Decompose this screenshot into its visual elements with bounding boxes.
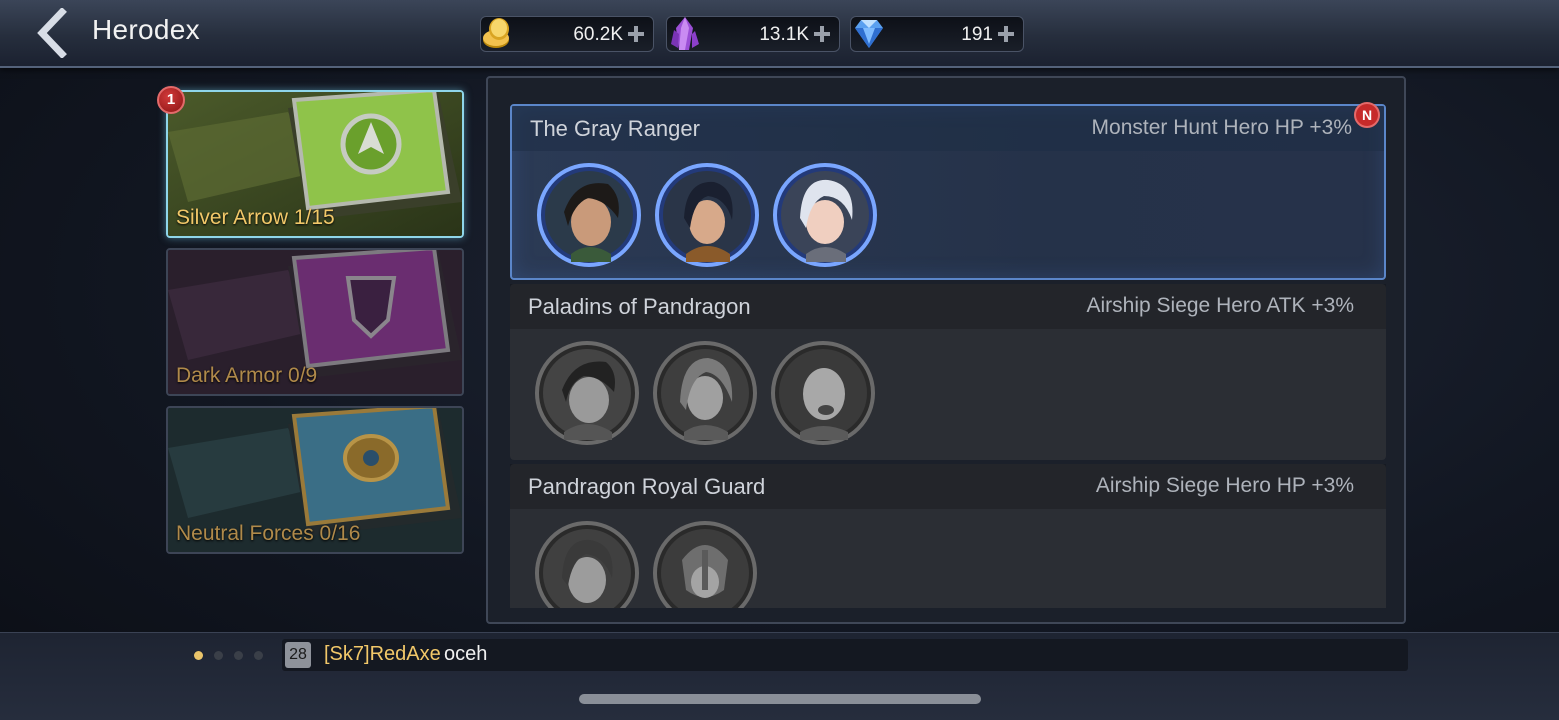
herodex-set-panel: The Gray Ranger Monster Hunt Hero HP +3% bbox=[486, 76, 1406, 624]
diamond-icon bbox=[855, 20, 883, 48]
back-button[interactable] bbox=[34, 7, 78, 59]
page-dot bbox=[214, 651, 223, 660]
page-dot bbox=[254, 651, 263, 660]
hero-avatar bbox=[655, 163, 759, 267]
chat-preview[interactable]: 28 [Sk7]RedAxe oceh bbox=[282, 639, 1408, 671]
set-card-pandragon-royal-guard[interactable]: Pandragon Royal Guard Airship Siege Hero… bbox=[510, 464, 1386, 608]
hero-portrait-locked[interactable] bbox=[534, 340, 640, 446]
diamond-amount: 191 bbox=[961, 24, 993, 45]
new-badge-icon: N bbox=[1354, 102, 1380, 128]
set-header: Paladins of Pandragon Airship Siege Hero… bbox=[510, 284, 1386, 329]
diamond-currency: 191 bbox=[850, 16, 1024, 52]
set-card-gray-ranger[interactable]: The Gray Ranger Monster Hunt Hero HP +3% bbox=[510, 102, 1386, 280]
crystal-currency: 13.1K bbox=[666, 16, 840, 52]
book-label: Neutral Forces 0/16 bbox=[176, 522, 361, 545]
hero-portrait[interactable] bbox=[772, 162, 878, 268]
gold-currency: 60.2K bbox=[480, 16, 654, 52]
hero-avatar bbox=[535, 341, 639, 445]
home-indicator[interactable] bbox=[579, 694, 981, 704]
chat-bar: 28 [Sk7]RedAxe oceh bbox=[0, 632, 1559, 720]
hero-portrait-locked[interactable] bbox=[770, 340, 876, 446]
book-neutral-forces[interactable]: Neutral Forces 0/16 bbox=[166, 406, 464, 554]
hero-portrait-locked[interactable] bbox=[534, 520, 640, 608]
crystal-icon bbox=[671, 17, 699, 50]
chat-channel-badge: 28 bbox=[285, 642, 311, 668]
chat-message: oceh bbox=[444, 643, 488, 665]
hero-portrait[interactable] bbox=[654, 162, 760, 268]
page-dot bbox=[234, 651, 243, 660]
add-gold-button[interactable] bbox=[625, 23, 647, 45]
hero-avatar bbox=[771, 341, 875, 445]
chat-username: [Sk7]RedAxe bbox=[324, 643, 441, 665]
add-crystal-button[interactable] bbox=[811, 23, 833, 45]
set-list: The Gray Ranger Monster Hunt Hero HP +3% bbox=[510, 100, 1386, 608]
set-header: Pandragon Royal Guard Airship Siege Hero… bbox=[510, 464, 1386, 509]
hero-portrait-locked[interactable] bbox=[652, 520, 758, 608]
hero-portrait-locked[interactable] bbox=[652, 340, 758, 446]
hero-avatar bbox=[653, 341, 757, 445]
set-name: The Gray Ranger bbox=[530, 116, 700, 141]
book-label: Silver Arrow 1/15 bbox=[176, 206, 335, 229]
add-diamond-button[interactable] bbox=[995, 23, 1017, 45]
hero-avatar bbox=[773, 163, 877, 267]
set-name: Pandragon Royal Guard bbox=[528, 474, 766, 499]
gold-coin-icon bbox=[483, 18, 509, 48]
book-dark-armor[interactable]: Dark Armor 0/9 bbox=[166, 248, 464, 396]
book-label: Dark Armor 0/9 bbox=[176, 364, 318, 387]
set-header: The Gray Ranger Monster Hunt Hero HP +3% bbox=[512, 106, 1384, 151]
hero-portrait[interactable] bbox=[536, 162, 642, 268]
set-card-paladins-of-pandragon[interactable]: Paladins of Pandragon Airship Siege Hero… bbox=[510, 284, 1386, 460]
hero-avatar bbox=[537, 163, 641, 267]
book-silver-arrow[interactable]: Silver Arrow 1/15 bbox=[166, 90, 464, 238]
set-bonus: Airship Siege Hero HP +3% bbox=[1095, 474, 1354, 497]
gold-amount: 60.2K bbox=[573, 24, 623, 45]
set-bonus: Airship Siege Hero ATK +3% bbox=[1086, 294, 1355, 317]
page-title: Herodex bbox=[92, 14, 200, 45]
page-dot-active bbox=[194, 651, 203, 660]
new-badge-text: N bbox=[1362, 107, 1372, 123]
hero-avatar bbox=[535, 521, 639, 608]
hero-avatar bbox=[653, 521, 757, 608]
crystal-amount: 13.1K bbox=[759, 24, 809, 45]
set-name: Paladins of Pandragon bbox=[528, 294, 751, 319]
notification-badge: 1 bbox=[157, 86, 185, 114]
chevron-left-icon bbox=[37, 7, 67, 59]
set-bonus: Monster Hunt Hero HP +3% bbox=[1091, 116, 1352, 139]
top-bar: Herodex 60.2K 13.1K 191 bbox=[0, 0, 1559, 68]
